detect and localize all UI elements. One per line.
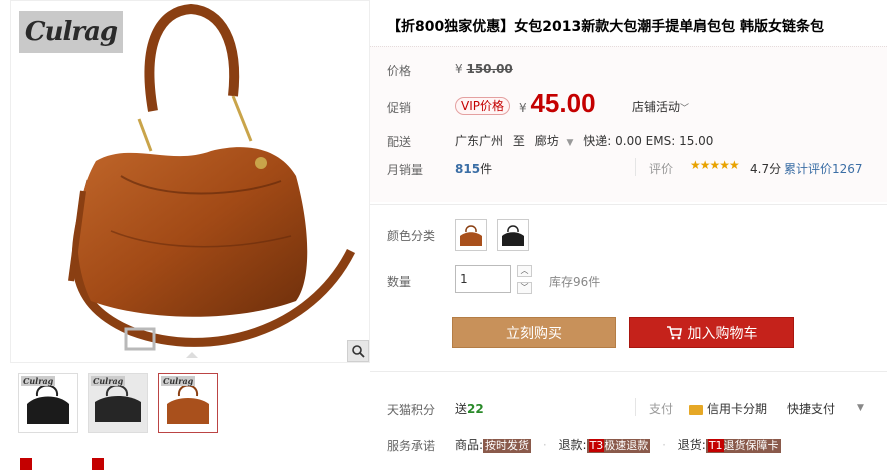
shipping-destination: 廊坊: [534, 134, 559, 148]
payment-label: 支付: [649, 402, 674, 416]
color-option-black[interactable]: [497, 219, 529, 251]
rating-score: 4.7分: [750, 162, 782, 176]
zoom-icon: [352, 345, 365, 358]
product-title: 【折800独家优惠】女包2013新款大包潮手提单肩包包 韩版女链条包: [387, 19, 825, 35]
price-panel: [370, 46, 887, 202]
star-icon: ★★★★★: [690, 158, 740, 172]
thumbnail-logo: Culrag: [21, 376, 56, 386]
stock-count: 库存96件: [549, 275, 601, 289]
promo-label: 促销: [387, 101, 412, 115]
divider: [370, 204, 887, 205]
shipping-origin: 广东广州: [455, 134, 504, 148]
cart-icon: [666, 325, 682, 339]
service-label: 服务承诺: [387, 439, 436, 453]
thumbnail-logo: Culrag: [91, 376, 126, 386]
service-refund-label: 退款:: [558, 438, 587, 452]
zoom-button[interactable]: [347, 340, 369, 362]
quantity-increase-button[interactable]: ︿: [517, 265, 532, 277]
service-refund-tag-text: 极速退款: [604, 439, 649, 452]
promo-currency: ¥: [519, 101, 527, 115]
quick-pay-label: 快捷支付: [787, 402, 836, 416]
points-prefix: 送: [455, 402, 468, 416]
buy-now-button[interactable]: 立刻购买: [452, 317, 616, 348]
divider: [635, 158, 636, 176]
divider: [370, 371, 887, 372]
promo-price-value: 45.00: [530, 88, 596, 118]
service-return-tag-code: T1: [707, 439, 724, 452]
bottom-tab-icons: [20, 458, 104, 470]
buy-now-label: 立刻购买: [506, 325, 562, 342]
monthly-sales-unit: 件: [480, 162, 493, 176]
shop-activity-dropdown[interactable]: 店铺活动﹀: [632, 98, 689, 115]
quantity-decrease-button[interactable]: ﹀: [517, 282, 532, 294]
thumbnail-strip: Culrag Culrag Culrag: [18, 373, 218, 433]
promo-price: ¥ 45.00: [519, 88, 596, 119]
color-label: 颜色分类: [387, 229, 436, 243]
credit-installment-option[interactable]: 信用卡分期: [689, 400, 767, 417]
original-price-value: 150.00: [466, 62, 513, 76]
service-return-tag-text: 退货保障卡: [723, 439, 779, 452]
active-thumb-caret: [186, 352, 198, 358]
shipping-label: 配送: [387, 135, 412, 149]
dropdown-arrow-icon: ▼: [566, 138, 574, 148]
service-refund-tag[interactable]: T3极速退款: [586, 439, 651, 453]
brand-logo-text: Culrag: [24, 17, 118, 47]
thumbnail-black-bag-1[interactable]: Culrag: [18, 373, 78, 433]
thumbnail-logo: Culrag: [161, 376, 196, 386]
main-product-image[interactable]: Culrag: [10, 0, 370, 363]
divider: [635, 398, 636, 416]
service-goods-label: 商品:: [455, 438, 484, 452]
thumbnail-black-bag-2[interactable]: Culrag: [88, 373, 148, 433]
rating-label: 评价: [649, 162, 674, 176]
service-refund-tag-code: T3: [588, 439, 605, 452]
service-return-tag[interactable]: T1退货保障卡: [705, 439, 781, 453]
shipping-fees: 快递: 0.00 EMS: 15.00: [583, 134, 714, 148]
shipping-info: 广东广州 至 廊坊 ▼ 快递: 0.00 EMS: 15.00: [455, 132, 713, 149]
original-price: ¥ 150.00: [455, 62, 513, 76]
share-icon[interactable]: [20, 458, 32, 470]
points-number: 22: [467, 402, 484, 416]
currency-symbol: ¥: [455, 62, 463, 76]
vip-price-badge: VIP价格: [455, 97, 510, 115]
service-promises: 商品: 按时发货 · 退款: T3极速退款 · 退货: T1退货保障卡: [455, 438, 781, 453]
color-option-brown[interactable]: [455, 219, 487, 251]
add-to-cart-label: 加入购物车: [687, 325, 758, 342]
price-label: 价格: [387, 64, 412, 78]
points-label: 天猫积分: [387, 403, 436, 417]
thumbnail-brown-bag[interactable]: Culrag: [158, 373, 218, 433]
add-to-cart-button[interactable]: 加入购物车: [629, 317, 794, 348]
quick-pay-option[interactable]: 快捷支付: [787, 400, 835, 417]
quantity-input[interactable]: [455, 265, 511, 293]
black-swatch-image: [502, 225, 524, 246]
shop-activity-label: 店铺活动: [632, 100, 681, 114]
handbag-illustration: [68, 3, 356, 351]
service-goods-tag[interactable]: 按时发货: [483, 439, 532, 453]
favorite-icon[interactable]: [92, 458, 104, 470]
monthly-sales-label: 月销量: [387, 163, 424, 177]
brown-swatch-image: [460, 225, 482, 246]
monthly-sales-value: 815: [455, 162, 481, 176]
chevron-down-icon: ﹀: [680, 104, 690, 114]
review-count-link[interactable]: 累计评价1267: [784, 160, 863, 177]
credit-card-icon: [689, 404, 703, 415]
shipping-destination-select[interactable]: 廊坊 ▼: [535, 134, 584, 148]
monthly-sales: 815件: [455, 160, 492, 177]
product-gallery: Culrag Culrag Culrag Culrag: [10, 0, 370, 470]
service-return-label: 退货:: [677, 438, 706, 452]
points-value: 送22: [455, 400, 484, 417]
brand-logo: Culrag: [19, 11, 123, 53]
dropdown-arrow-icon[interactable]: ▼: [857, 403, 864, 413]
credit-installment-label: 信用卡分期: [707, 402, 768, 416]
product-info: 【折800独家优惠】女包2013新款大包潮手提单肩包包 韩版女链条包 价格 ¥ …: [370, 0, 887, 467]
quantity-label: 数量: [387, 275, 412, 289]
shipping-to-word: 至: [512, 134, 525, 148]
